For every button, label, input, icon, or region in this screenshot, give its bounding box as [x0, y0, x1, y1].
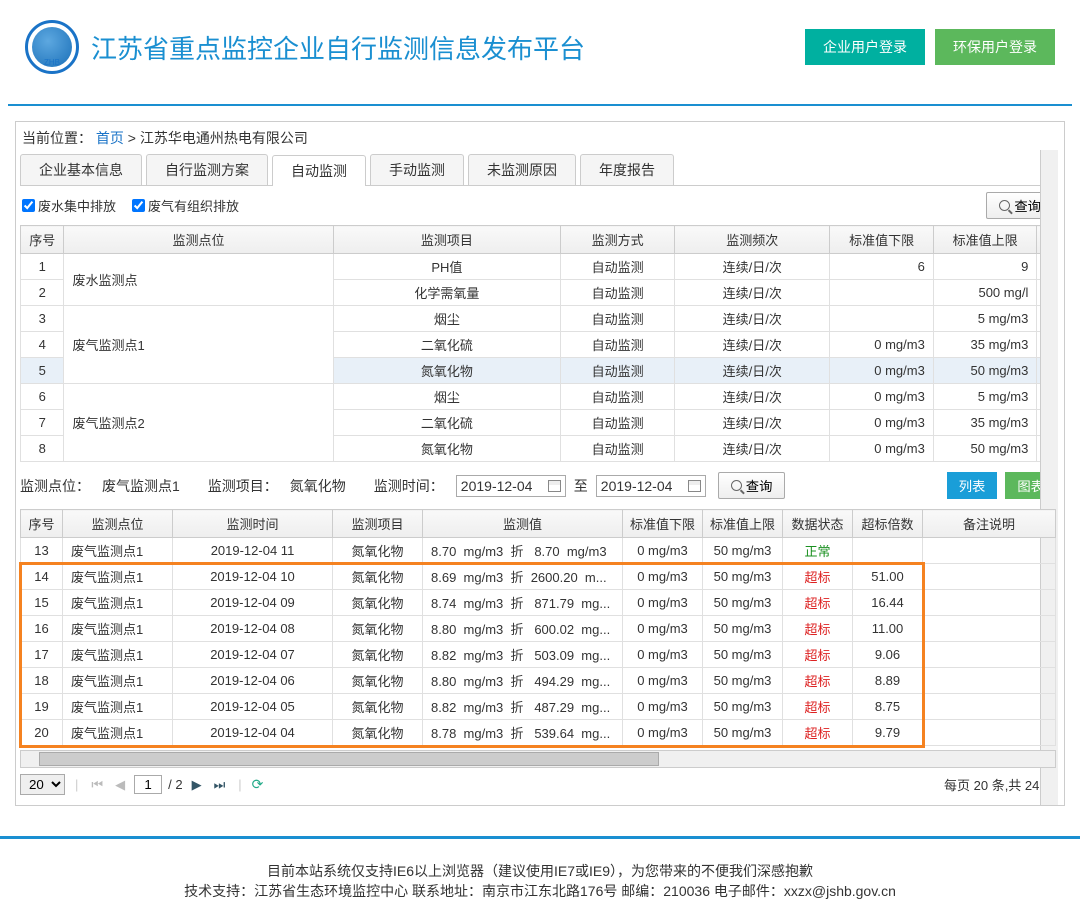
- pager-prev-icon[interactable]: ◀: [112, 777, 128, 793]
- tab-2[interactable]: 自动监测: [272, 155, 366, 186]
- table-row[interactable]: 14废气监测点12019-12-04 10氮氧化物8.69 mg/m3 折 26…: [21, 564, 1056, 590]
- tab-5[interactable]: 年度报告: [580, 154, 674, 185]
- enterprise-login-button[interactable]: 企业用户登录: [805, 29, 925, 65]
- page-title: 江苏省重点监控企业自行监测信息发布平台: [91, 29, 805, 66]
- refresh-icon[interactable]: ⟳: [252, 776, 264, 793]
- tab-1[interactable]: 自行监测方案: [146, 154, 268, 185]
- breadcrumb: 当前位置： 首页 > 江苏华电通州热电有限公司: [20, 122, 1056, 154]
- tab-3[interactable]: 手动监测: [370, 154, 464, 185]
- page-size-select[interactable]: 20: [20, 774, 65, 795]
- detail-point-value: 废气监测点1: [102, 476, 180, 496]
- table-row[interactable]: 1废水监测点PH值自动监测连续/日/次69: [21, 254, 1056, 280]
- breadcrumb-company: 江苏华电通州热电有限公司: [140, 130, 308, 146]
- calendar-icon: [548, 480, 561, 492]
- horizontal-scrollbar[interactable]: [20, 750, 1056, 768]
- table-row[interactable]: 19废气监测点12019-12-04 05氮氧化物8.82 mg/m3 折 48…: [21, 694, 1056, 720]
- pager-last-icon[interactable]: ⏭: [211, 777, 229, 793]
- table-row[interactable]: 16废气监测点12019-12-04 08氮氧化物8.80 mg/m3 折 60…: [21, 616, 1056, 642]
- search-icon: [999, 200, 1010, 211]
- pager-first-icon[interactable]: ⏮: [88, 777, 106, 793]
- table-row[interactable]: 3废气监测点1烟尘自动监测连续/日/次5 mg/m3: [21, 306, 1056, 332]
- calendar-icon: [688, 480, 701, 492]
- pager: 20 | ⏮ ◀ / 2 ▶ ⏭ | ⟳ 每页 20 条,共 24 条: [20, 770, 1056, 799]
- wastewater-checkbox[interactable]: 废水集中排放: [22, 196, 116, 215]
- detail-item-value: 氮氧化物: [290, 476, 346, 496]
- footer: 目前本站系统仅支持IE6以上浏览器（建议使用IE7或IE9），为您带来的不便我们…: [0, 806, 1080, 909]
- tab-4[interactable]: 未监测原因: [468, 154, 576, 185]
- detail-search-button[interactable]: 查询: [718, 472, 786, 499]
- breadcrumb-home[interactable]: 首页: [96, 130, 124, 146]
- page-number-input[interactable]: [134, 775, 162, 794]
- table-row[interactable]: 20废气监测点12019-12-04 04氮氧化物8.78 mg/m3 折 53…: [21, 720, 1056, 746]
- monitoring-points-table: 序号监测点位监测项目监测方式监测频次标准值下限标准值上限1废水监测点PH值自动监…: [20, 225, 1056, 462]
- exhaust-checkbox[interactable]: 废气有组织排放: [132, 196, 239, 215]
- search-icon: [731, 480, 742, 491]
- monitoring-data-table: 序号监测点位监测时间监测项目监测值标准值下限标准值上限数据状态超标倍数备注说明1…: [20, 509, 1056, 746]
- table-row[interactable]: 18废气监测点12019-12-04 06氮氧化物8.80 mg/m3 折 49…: [21, 668, 1056, 694]
- tab-0[interactable]: 企业基本信息: [20, 154, 142, 185]
- pager-next-icon[interactable]: ▶: [189, 777, 205, 793]
- table-row[interactable]: 6废气监测点2烟尘自动监测连续/日/次0 mg/m35 mg/m3: [21, 384, 1056, 410]
- logo: ZHB: [25, 20, 79, 74]
- list-view-button[interactable]: 列表: [947, 472, 998, 499]
- date-to-input[interactable]: 2019-12-04: [596, 475, 706, 497]
- table-row[interactable]: 13废气监测点12019-12-04 11氮氧化物8.70 mg/m3 折 8.…: [21, 538, 1056, 564]
- env-login-button[interactable]: 环保用户登录: [935, 29, 1055, 65]
- table-row[interactable]: 15废气监测点12019-12-04 09氮氧化物8.74 mg/m3 折 87…: [21, 590, 1056, 616]
- date-from-input[interactable]: 2019-12-04: [456, 475, 566, 497]
- table-row[interactable]: 17废气监测点12019-12-04 07氮氧化物8.82 mg/m3 折 50…: [21, 642, 1056, 668]
